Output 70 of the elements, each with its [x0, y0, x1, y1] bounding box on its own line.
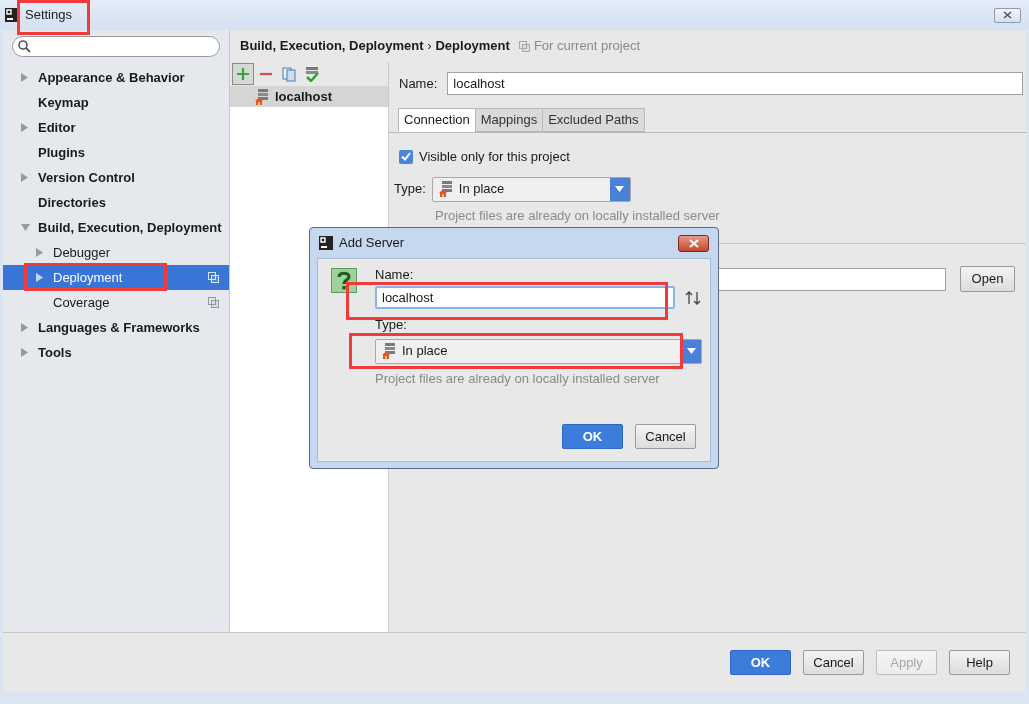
- server-check-icon: [305, 66, 319, 82]
- close-icon: [1003, 11, 1012, 19]
- collapse-arrow-icon[interactable]: [21, 73, 29, 82]
- question-icon: [331, 268, 359, 295]
- checkbox[interactable]: [399, 149, 413, 164]
- sort-arrows-icon: [685, 290, 701, 305]
- project-icon: [518, 40, 530, 52]
- hint-text: Project files are already on locally installed server: [434, 206, 721, 225]
- field-label: Name:: [399, 74, 438, 93]
- collapse-arrow-icon[interactable]: [21, 123, 29, 132]
- breadcrumb-item: Build, Execution, Deployment: [240, 37, 424, 56]
- open-button[interactable]: Open: [960, 266, 1015, 292]
- tree-item[interactable]: Coverage: [3, 290, 229, 315]
- dialog-button[interactable]: Cancel: [635, 424, 696, 449]
- app-logo-icon: [319, 236, 333, 250]
- dropdown-arrow-icon: [615, 186, 625, 192]
- breadcrumb-separator: ›: [427, 38, 432, 55]
- tab[interactable]: Connection: [398, 108, 476, 132]
- plus-icon: [236, 67, 250, 81]
- collapse-arrow-icon[interactable]: [36, 273, 44, 282]
- close-icon: [688, 238, 699, 248]
- collapse-arrow-icon[interactable]: [36, 248, 44, 257]
- ok-button[interactable]: OK: [562, 424, 623, 449]
- field-label: Name:: [375, 268, 415, 282]
- copy-icon: [208, 297, 219, 308]
- footer-button[interactable]: Help: [949, 650, 1010, 675]
- scope-note: For current project: [533, 37, 641, 56]
- tree-item[interactable]: Languages & Frameworks: [3, 315, 229, 340]
- search-icon: [18, 40, 31, 53]
- tree-item[interactable]: Keymap: [3, 90, 229, 115]
- field-label: Type:: [375, 316, 408, 334]
- name-field[interactable]: localhost: [375, 286, 675, 309]
- checkbox-label: Visible only for this project: [419, 148, 570, 166]
- tree-item[interactable]: Deployment: [3, 265, 229, 290]
- type-dropdown[interactable]: In place: [375, 338, 702, 364]
- server-list-item[interactable]: localhost: [230, 86, 388, 107]
- server-icon: [255, 88, 269, 105]
- add-button[interactable]: [232, 63, 254, 85]
- tree-item[interactable]: Tools: [3, 340, 229, 365]
- server-icon: [438, 181, 453, 197]
- tree-item[interactable]: Appearance & Behavior: [3, 65, 229, 90]
- tree-item[interactable]: Debugger: [3, 240, 229, 265]
- check-icon: [401, 152, 411, 162]
- close-button[interactable]: [678, 234, 709, 252]
- copy-icon: [282, 66, 296, 82]
- tree-item[interactable]: Version Control: [3, 165, 229, 190]
- type-dropdown[interactable]: In place: [431, 176, 631, 202]
- ok-button[interactable]: OK: [730, 650, 791, 675]
- tab[interactable]: Mappings: [474, 108, 544, 132]
- collapse-arrow-icon[interactable]: [21, 173, 29, 182]
- copy-icon: [208, 272, 219, 283]
- collapse-arrow-icon[interactable]: [21, 348, 29, 357]
- dropdown-arrow-icon: [686, 348, 696, 354]
- tree-item[interactable]: Build, Execution, Deployment: [3, 215, 229, 240]
- tab[interactable]: Excluded Paths: [542, 108, 645, 132]
- name-field[interactable]: localhost: [447, 72, 1023, 95]
- tree-item[interactable]: Editor: [3, 115, 229, 140]
- close-button[interactable]: [994, 7, 1021, 23]
- search-field[interactable]: [12, 36, 220, 57]
- server-icon: [382, 343, 396, 359]
- footer-button[interactable]: Cancel: [803, 650, 864, 675]
- tree-item[interactable]: Directories: [3, 190, 229, 215]
- field-label: Type:: [394, 180, 426, 199]
- expand-arrow-icon[interactable]: [21, 223, 30, 232]
- tree-item[interactable]: Plugins: [3, 140, 229, 165]
- collapse-arrow-icon[interactable]: [21, 323, 29, 332]
- dialog-title: Add Server: [339, 234, 405, 253]
- breadcrumb-item: Deployment: [435, 37, 510, 56]
- hint-text: Project files are already on locally installed server: [375, 369, 661, 388]
- window-title: Settings: [25, 6, 72, 25]
